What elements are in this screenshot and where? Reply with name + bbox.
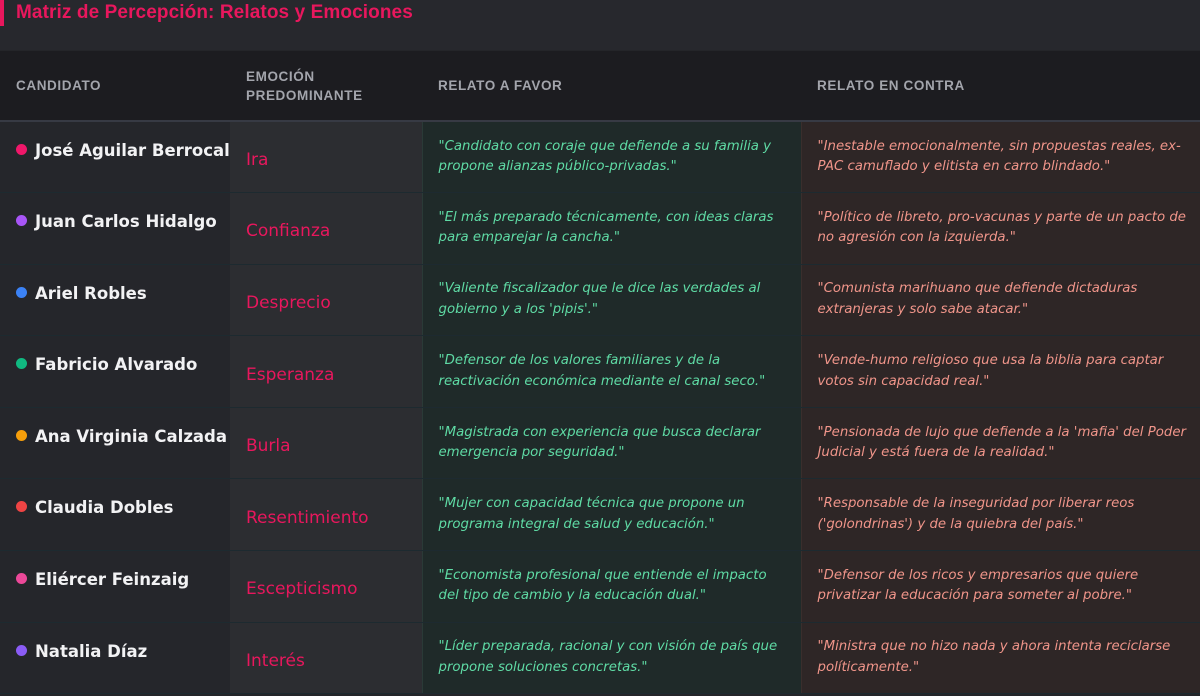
candidate-cell: Juan Carlos Hidalgo: [0, 192, 230, 265]
emotion-cell: Ira: [230, 121, 422, 194]
table-row: Claudia Dobles Resentimiento "Mujer con ca…: [0, 478, 1200, 552]
candidate-color-dot: [16, 286, 27, 298]
candidate-color-dot: [16, 573, 27, 585]
narrative-favor-cell: "Magistrada con experiencia que busca de…: [421, 407, 801, 480]
narrative-contra-cell: "Vende-humo religioso que usa la biblia …: [800, 335, 1200, 408]
page-title: Matriz de Percepción: Relatos y Emocione…: [16, 2, 413, 23]
candidate-cell: José Aguilar Berrocal: [0, 121, 230, 194]
candidate-name: Natalia Díaz: [35, 641, 148, 661]
candidate-name: Claudia Dobles: [35, 498, 174, 518]
title-bar: Matriz de Percepción: Relatos y Emocione…: [0, 0, 1200, 50]
emotion-cell: Interés: [230, 622, 422, 695]
narrative-contra-cell: "Comunista marihuano que defiende dictad…: [800, 264, 1200, 337]
header-relato-favor: RELATO A FAVOR: [422, 51, 801, 122]
table-row: Fabricio Alvarado Esperanza "Defensor de l…: [0, 335, 1200, 408]
candidate-name: Ariel Robles: [35, 283, 147, 303]
candidate-color-dot: [16, 429, 27, 441]
candidate-color-dot: [16, 215, 27, 227]
narrative-contra-cell: "Defensor de los ricos y empresarios que…: [800, 550, 1200, 623]
candidate-color-dot: [16, 144, 27, 155]
candidate-name: Eliércer Feinzaig: [35, 570, 190, 590]
narrative-favor-cell: "Valiente fiscalizador que le dice las v…: [421, 264, 801, 337]
candidate-name: Ana Virginia Calzada: [35, 426, 227, 446]
perception-matrix-table: CANDIDATO EMOCIÓN PREDOMINANTE RELATO A …: [0, 51, 1200, 695]
narrative-contra-cell: "Pensionada de lujo que defiende a la 'm…: [800, 407, 1200, 480]
candidate-cell: Claudia Dobles: [0, 478, 230, 552]
header-relato-contra: RELATO EN CONTRA: [801, 51, 1200, 122]
narrative-favor-cell: "Mujer con capacidad técnica que propone…: [421, 478, 801, 552]
header-emocion-line1: EMOCIÓN: [246, 68, 315, 84]
candidate-color-dot: [16, 501, 27, 513]
candidate-name: Juan Carlos Hidalgo: [35, 212, 217, 232]
table-header-row: CANDIDATO EMOCIÓN PREDOMINANTE RELATO A …: [0, 51, 1200, 122]
narrative-favor-cell: "Candidato con coraje que defiende a su …: [421, 121, 801, 194]
header-candidato: CANDIDATO: [0, 51, 230, 122]
narrative-contra-cell: "Inestable emocionalmente, sin propuesta…: [800, 121, 1200, 194]
candidate-color-dot: [16, 644, 27, 656]
table-row: Ana Virginia Calzada Burla "Magistrada con…: [0, 407, 1200, 480]
emotion-cell: Resentimiento: [230, 478, 422, 552]
candidate-color-dot: [16, 358, 27, 370]
candidate-name: José Aguilar Berrocal: [35, 141, 230, 160]
narrative-favor-cell: "Líder preparada, racional y con visión …: [421, 622, 801, 695]
table-row: Natalia Díaz Interés "Líder preparada, rac…: [0, 622, 1200, 695]
emotion-cell: Burla: [230, 407, 422, 480]
header-emocion: EMOCIÓN PREDOMINANTE: [230, 51, 422, 122]
emotion-cell: Confianza: [230, 192, 422, 265]
emotion-cell: Esperanza: [230, 335, 422, 408]
emotion-cell: Escepticismo: [230, 550, 422, 623]
table-row: Ariel Robles Desprecio "Valiente fiscaliza…: [0, 264, 1200, 337]
table-row: Eliércer Feinzaig Escepticismo "Economista…: [0, 550, 1200, 623]
table-row: Juan Carlos Hidalgo Confianza "El más prep…: [0, 192, 1200, 265]
title-accent-bar: [0, 0, 4, 26]
narrative-favor-cell: "El más preparado técnicamente, con idea…: [421, 192, 801, 265]
candidate-cell: Ariel Robles: [0, 264, 230, 337]
candidate-cell: Natalia Díaz: [0, 622, 230, 695]
candidate-cell: Ana Virginia Calzada: [0, 407, 230, 480]
narrative-contra-cell: "Político de libreto, pro-vacunas y part…: [800, 192, 1200, 265]
narrative-favor-cell: "Defensor de los valores familiares y de…: [421, 335, 801, 408]
candidate-name: Fabricio Alvarado: [35, 355, 198, 375]
candidate-cell: Eliércer Feinzaig: [0, 550, 230, 623]
candidate-cell: Fabricio Alvarado: [0, 335, 230, 408]
narrative-favor-cell: "Economista profesional que entiende el …: [421, 550, 801, 623]
header-emocion-line2: PREDOMINANTE: [246, 87, 363, 103]
emotion-cell: Desprecio: [230, 264, 422, 337]
narrative-contra-cell: "Ministra que no hizo nada y ahora inten…: [800, 622, 1200, 695]
narrative-contra-cell: "Responsable de la inseguridad por liber…: [800, 478, 1200, 552]
table-row: José Aguilar Berrocal Ira "Candidato con c…: [0, 121, 1200, 194]
